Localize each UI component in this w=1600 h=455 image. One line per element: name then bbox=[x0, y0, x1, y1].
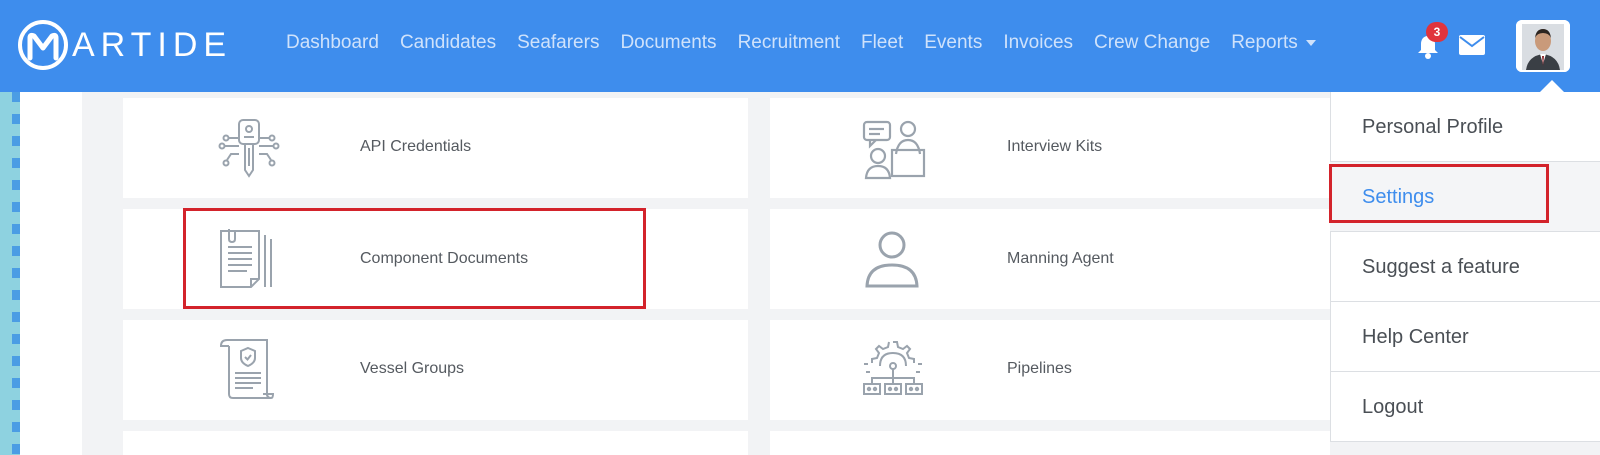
top-navbar: ARTIDE Dashboard Candidates Seafarers Do… bbox=[0, 0, 1600, 92]
main-nav: Dashboard Candidates Seafarers Documents… bbox=[286, 32, 1337, 54]
highlight-box-settings bbox=[1329, 164, 1549, 223]
menu-suggest-feature[interactable]: Suggest a feature bbox=[1330, 232, 1600, 302]
nav-reports[interactable]: Reports bbox=[1231, 32, 1316, 54]
nav-documents[interactable]: Documents bbox=[620, 32, 716, 54]
card-partial-right bbox=[770, 431, 1330, 455]
notification-badge: 3 bbox=[1426, 22, 1448, 42]
nav-dashboard[interactable]: Dashboard bbox=[286, 32, 379, 54]
nav-fleet[interactable]: Fleet bbox=[861, 32, 903, 54]
menu-personal-profile[interactable]: Personal Profile bbox=[1330, 92, 1600, 162]
decorative-strip bbox=[0, 92, 20, 455]
nav-seafarers[interactable]: Seafarers bbox=[517, 32, 599, 54]
highlight-box-component-documents bbox=[183, 208, 646, 309]
interview-icon bbox=[862, 118, 926, 185]
card-label-vessel-groups: Vessel Groups bbox=[360, 360, 465, 377]
key-circuit-icon bbox=[217, 118, 281, 185]
chevron-down-icon bbox=[1305, 39, 1316, 46]
card-label-interview-kits: Interview Kits bbox=[1007, 138, 1103, 155]
gear-network-icon bbox=[862, 338, 924, 405]
dropdown-arrow bbox=[1540, 80, 1564, 92]
logo-m-icon bbox=[18, 20, 68, 70]
card-label-pipelines: Pipelines bbox=[1007, 360, 1072, 377]
user-outline-icon bbox=[864, 231, 920, 294]
user-avatar[interactable] bbox=[1516, 20, 1570, 72]
card-partial-left bbox=[123, 431, 748, 455]
menu-help-center[interactable]: Help Center bbox=[1330, 302, 1600, 372]
nav-crew-change[interactable]: Crew Change bbox=[1094, 32, 1210, 54]
nav-recruitment[interactable]: Recruitment bbox=[738, 32, 840, 54]
card-interview-kits[interactable]: Interview Kits bbox=[770, 98, 1330, 198]
card-pipelines[interactable]: Pipelines bbox=[770, 320, 1330, 420]
card-label-api-credentials: API Credentials bbox=[360, 138, 472, 155]
card-api-credentials[interactable]: API Credentials bbox=[123, 98, 748, 198]
card-vessel-groups[interactable]: Vessel Groups bbox=[123, 320, 748, 420]
martide-logo[interactable]: ARTIDE bbox=[18, 20, 232, 70]
nav-events[interactable]: Events bbox=[924, 32, 982, 54]
nav-invoices[interactable]: Invoices bbox=[1003, 32, 1073, 54]
left-gutter bbox=[20, 92, 82, 455]
menu-logout[interactable]: Logout bbox=[1330, 372, 1600, 442]
settings-page: ARTIDE Dashboard Candidates Seafarers Do… bbox=[0, 0, 1600, 455]
logo-text: ARTIDE bbox=[72, 25, 233, 64]
nav-candidates[interactable]: Candidates bbox=[400, 32, 496, 54]
envelope-icon[interactable] bbox=[1458, 34, 1486, 61]
nav-reports-label: Reports bbox=[1231, 32, 1298, 53]
card-label-manning-agent: Manning Agent bbox=[1007, 250, 1114, 267]
certificate-scroll-icon bbox=[219, 338, 275, 405]
card-manning-agent[interactable]: Manning Agent bbox=[770, 209, 1330, 309]
